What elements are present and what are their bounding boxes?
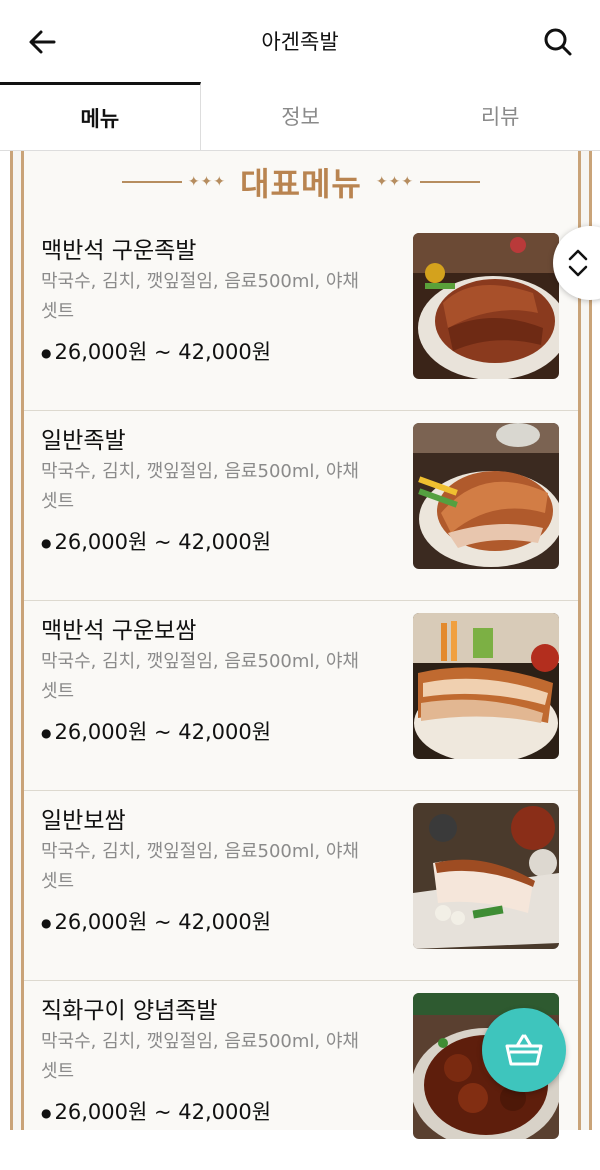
menu-item-price: ● 26,000원 ~ 42,000원 (41, 720, 272, 744)
bossam-platter-photo (413, 803, 559, 949)
menu-item[interactable]: 맥반석 구운보쌈 막국수, 김치, 깻잎절임, 음료500ml, 야채셋트 ● 2… (24, 601, 578, 791)
tab-bar: 메뉴 정보 리뷰 (0, 82, 600, 151)
menu-item-name: 일반보쌈 (41, 808, 126, 834)
menu-item[interactable]: 일반보쌈 막국수, 김치, 깻잎절임, 음료500ml, 야채셋트 ● 26,00… (24, 791, 578, 981)
menu-item-name: 일반족발 (41, 428, 126, 454)
menu-item-name: 맥반석 구운족발 (41, 238, 197, 264)
search-button[interactable] (538, 22, 578, 62)
price-text: 26,000원 ~ 42,000원 (54, 340, 272, 364)
menu-item-description: 막국수, 김치, 깻잎절임, 음료500ml, 야채셋트 (41, 841, 359, 892)
page-title: 아겐족발 (261, 30, 339, 54)
decorative-stars: ✦✦✦ (375, 174, 415, 190)
menu-item-name: 직화구이 양념족발 (41, 998, 218, 1024)
tab-reviews[interactable]: 리뷰 (400, 82, 600, 150)
jokbal-platter-photo (413, 423, 559, 569)
menu-item-price: ● 26,000원 ~ 42,000원 (41, 910, 272, 934)
decorative-line (121, 181, 182, 183)
basket-icon (505, 1034, 543, 1066)
menu-item[interactable]: 맥반석 구운족발 막국수, 김치, 깻잎절임, 음료500ml, 야채셋트 ● 2… (24, 221, 578, 411)
menu-item-name: 맥반석 구운보쌈 (41, 618, 197, 644)
tab-menu[interactable]: 메뉴 (0, 82, 201, 150)
menu-item[interactable]: 일반족발 막국수, 김치, 깻잎절임, 음료500ml, 야채셋트 ● 26,00… (24, 411, 578, 601)
chevron-up-down-icon (568, 249, 588, 277)
menu-item-price: ● 26,000원 ~ 42,000원 (41, 1100, 272, 1124)
menu-item-price: ● 26,000원 ~ 42,000원 (41, 340, 272, 364)
menu-item-description: 막국수, 김치, 깻잎절임, 음료500ml, 야채셋트 (41, 271, 359, 322)
price-text: 26,000원 ~ 42,000원 (54, 720, 272, 744)
menu-frame: ✦✦✦ 대표메뉴 ✦✦✦ 맥반석 구운족발 막국수, 김치, 깻잎절임, 음료5… (10, 151, 592, 1139)
price-text: 26,000원 ~ 42,000원 (54, 1100, 272, 1124)
jokbal-platter-photo (413, 233, 559, 379)
menu-frame-inner: ✦✦✦ 대표메뉴 ✦✦✦ 맥반석 구운족발 막국수, 김치, 깻잎절임, 음료5… (21, 151, 581, 1139)
section-title: 대표메뉴 (240, 165, 362, 203)
section-header: ✦✦✦ 대표메뉴 ✦✦✦ (24, 157, 578, 207)
menu-item-description: 막국수, 김치, 깻잎절임, 음료500ml, 야채셋트 (41, 651, 359, 702)
decorative-line (420, 181, 481, 183)
cart-button[interactable] (482, 1008, 566, 1092)
app-header: 아겐족발 (0, 0, 600, 82)
menu-item-description: 막국수, 김치, 깻잎절임, 음료500ml, 야채셋트 (41, 1031, 359, 1082)
tab-info[interactable]: 정보 (201, 82, 401, 150)
search-icon (544, 28, 572, 56)
price-text: 26,000원 ~ 42,000원 (54, 910, 272, 934)
price-text: 26,000원 ~ 42,000원 (54, 530, 272, 554)
bossam-platter-photo (413, 613, 559, 759)
decorative-stars: ✦✦✦ (187, 174, 227, 190)
menu-item-description: 막국수, 김치, 깻잎절임, 음료500ml, 야채셋트 (41, 461, 359, 512)
menu-item-price: ● 26,000원 ~ 42,000원 (41, 530, 272, 554)
